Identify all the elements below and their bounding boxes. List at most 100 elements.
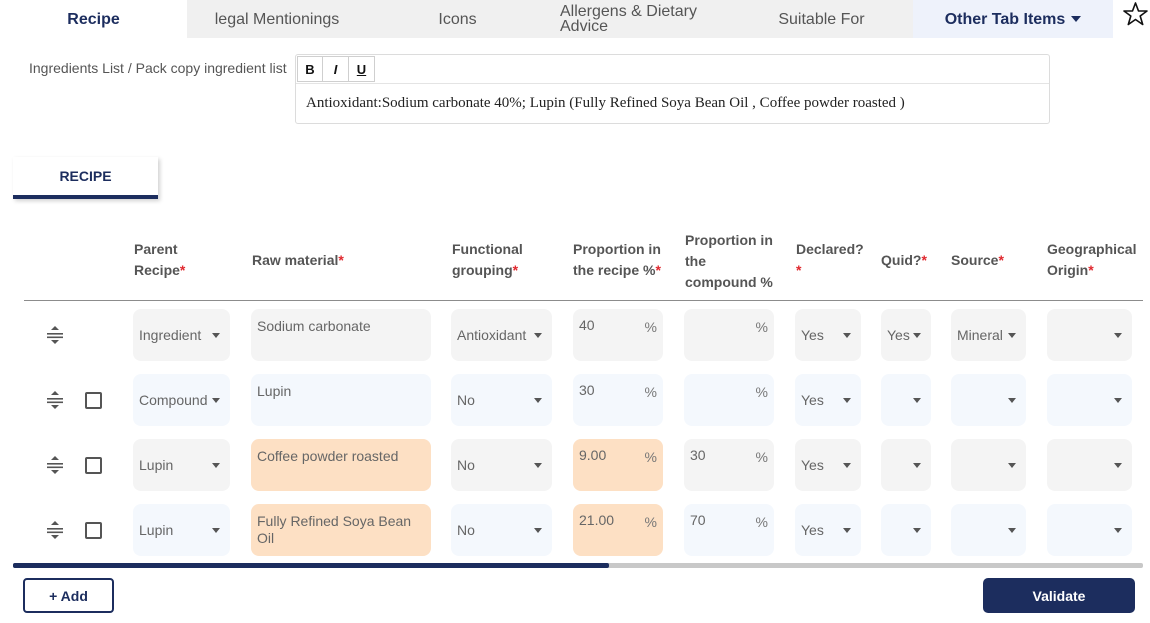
row-checkbox[interactable] [85, 457, 102, 474]
required-asterisk: * [338, 252, 344, 268]
raw-material-input[interactable]: Lupin [251, 374, 431, 426]
proportion-compound-input[interactable]: % [684, 309, 774, 361]
chevron-down-icon [913, 333, 921, 338]
tab-other-items-dropdown[interactable]: Other Tab Items [913, 0, 1113, 38]
proportion-compound-input[interactable]: 70% [684, 504, 774, 556]
geographical-origin-select[interactable] [1047, 374, 1132, 426]
drag-handle-icon[interactable] [46, 453, 64, 477]
source-select[interactable] [951, 504, 1026, 556]
source-select[interactable]: Mineral [951, 309, 1026, 361]
functional-grouping-select[interactable]: No [451, 504, 552, 556]
col-header-source: Source* [951, 250, 1004, 271]
select-value: Antioxidant [457, 327, 527, 343]
ingredients-list-label: Ingredients List / Pack copy ingredient … [29, 60, 287, 76]
row-checkbox[interactable] [85, 522, 102, 539]
tab-icons[interactable]: Icons [367, 0, 548, 38]
proportion-recipe-input[interactable]: 40% [573, 309, 663, 361]
source-select[interactable] [951, 439, 1026, 491]
input-value: 30 [690, 447, 706, 463]
chevron-down-icon [913, 528, 921, 533]
declared-select[interactable]: Yes [795, 374, 861, 426]
add-row-button[interactable]: + Add [23, 578, 114, 613]
col-header-text: Quid? [881, 252, 922, 268]
validate-button[interactable]: Validate [983, 578, 1135, 613]
col-header-quid: Quid?* [881, 250, 927, 271]
select-value: Ingredient [139, 327, 202, 343]
tab-allergens[interactable]: Allergens & Dietary Advice [548, 0, 730, 38]
col-header-functional-grouping: Functional grouping* [452, 239, 523, 281]
geographical-origin-select[interactable] [1047, 439, 1132, 491]
col-header-raw-material: Raw material* [252, 250, 344, 271]
percent-suffix: % [755, 319, 768, 335]
tab-suitable-for[interactable]: Suitable For [730, 0, 913, 38]
quid-select[interactable]: Yes [881, 309, 931, 361]
tab-legal-mentionings[interactable]: legal Mentionings [187, 0, 367, 38]
required-asterisk: * [655, 262, 661, 278]
col-header-text: Geographical [1047, 241, 1137, 257]
chevron-down-icon [913, 398, 921, 403]
functional-grouping-select[interactable]: No [451, 374, 552, 426]
chevron-down-icon [534, 463, 542, 468]
raw-material-input[interactable]: Fully Refined Soya Bean Oil [251, 504, 431, 556]
parent-recipe-select[interactable]: Compound [133, 374, 230, 426]
proportion-recipe-input[interactable]: 21.00% [573, 504, 663, 556]
declared-select[interactable]: Yes [795, 439, 861, 491]
quid-select[interactable] [881, 439, 931, 491]
declared-select[interactable]: Yes [795, 504, 861, 556]
col-header-text: Parent [134, 241, 178, 257]
chevron-down-icon [843, 528, 851, 533]
parent-recipe-select[interactable]: Lupin [133, 504, 230, 556]
source-select[interactable] [951, 374, 1026, 426]
chevron-down-icon [1008, 398, 1016, 403]
col-header-text: Source [951, 252, 999, 268]
bold-button[interactable]: B [297, 56, 323, 82]
underline-button[interactable]: U [349, 56, 375, 82]
col-header-text: grouping [452, 262, 513, 278]
italic-button[interactable]: I [323, 56, 349, 82]
select-value: No [457, 522, 475, 538]
select-value: No [457, 457, 475, 473]
parent-recipe-select[interactable]: Ingredient [133, 309, 230, 361]
ingredients-text[interactable]: Antioxidant:Sodium carbonate 40%; Lupin … [306, 95, 905, 112]
tab-allergens-label: Allergens & Dietary Advice [560, 3, 697, 35]
drag-handle-icon[interactable] [46, 388, 64, 412]
horizontal-scrollbar-thumb[interactable] [13, 563, 609, 568]
functional-grouping-select[interactable]: No [451, 439, 552, 491]
ingredients-rich-text-editor[interactable]: B I U Antioxidant:Sodium carbonate 40%; … [295, 54, 1050, 124]
geographical-origin-select[interactable] [1047, 504, 1132, 556]
quid-select[interactable] [881, 504, 931, 556]
star-icon[interactable] [1121, 0, 1150, 30]
row-checkbox[interactable] [85, 392, 102, 409]
table-header-divider [24, 300, 1143, 301]
col-header-proportion-compound: Proportion in the compound % [685, 230, 773, 293]
required-asterisk: * [796, 262, 802, 278]
proportion-recipe-input[interactable]: 9.00% [573, 439, 663, 491]
required-asterisk: * [512, 262, 519, 278]
col-header-text: Recipe [134, 262, 180, 278]
chevron-down-icon [1114, 398, 1122, 403]
tab-legal-mentionings-label: legal Mentionings [214, 10, 340, 28]
proportion-recipe-input[interactable]: 30% [573, 374, 663, 426]
percent-suffix: % [644, 514, 657, 530]
proportion-compound-input[interactable]: 30% [684, 439, 774, 491]
col-header-text: Proportion in [685, 232, 773, 248]
raw-material-input[interactable]: Sodium carbonate [251, 309, 431, 361]
tab-recipe[interactable]: Recipe [0, 0, 187, 38]
declared-select[interactable]: Yes [795, 309, 861, 361]
geographical-origin-select[interactable] [1047, 309, 1132, 361]
quid-select[interactable] [881, 374, 931, 426]
functional-grouping-select[interactable]: Antioxidant [451, 309, 552, 361]
input-value: Fully Refined Soya Bean Oil [257, 513, 412, 546]
chevron-down-icon [1114, 463, 1122, 468]
section-tab-recipe[interactable]: RECIPE [13, 157, 158, 199]
drag-handle-icon[interactable] [46, 518, 64, 542]
chevron-down-icon [1008, 333, 1016, 338]
drag-handle-icon[interactable] [46, 323, 64, 347]
parent-recipe-select[interactable]: Lupin [133, 439, 230, 491]
select-value: Compound [139, 392, 208, 408]
percent-suffix: % [644, 319, 657, 335]
proportion-compound-input[interactable]: % [684, 374, 774, 426]
raw-material-input[interactable]: Coffee powder roasted [251, 439, 431, 491]
input-value: 9.00 [579, 447, 607, 463]
required-asterisk: * [998, 252, 1004, 268]
